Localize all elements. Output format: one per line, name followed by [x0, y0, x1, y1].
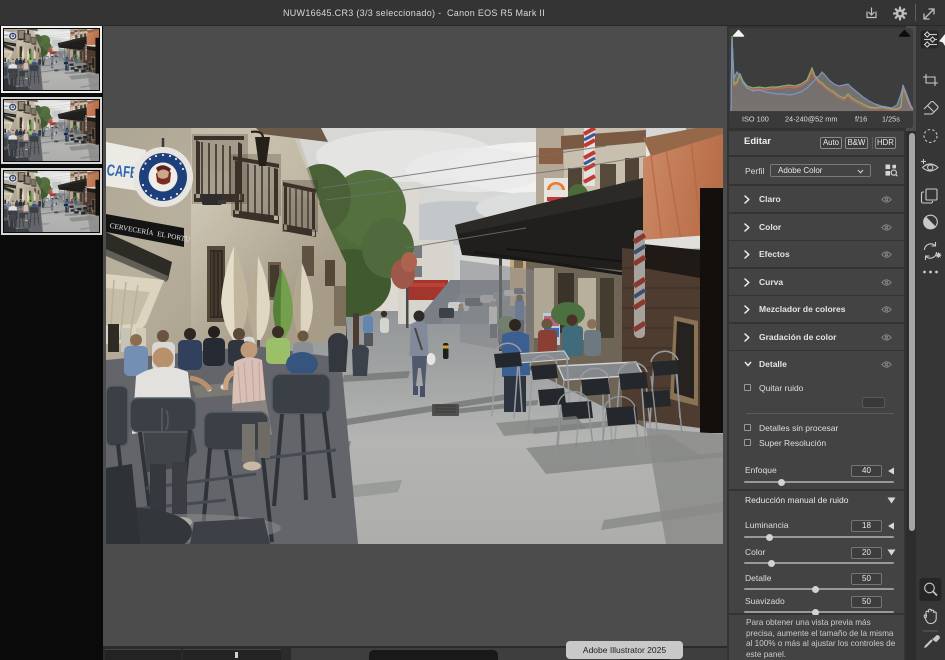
svg-text:ISO 100: ISO 100: [742, 115, 769, 124]
svg-text:f/16: f/16: [855, 115, 867, 124]
svg-text:1/25s: 1/25s: [882, 115, 900, 124]
svg-text:24-240@52 mm: 24-240@52 mm: [785, 115, 837, 124]
